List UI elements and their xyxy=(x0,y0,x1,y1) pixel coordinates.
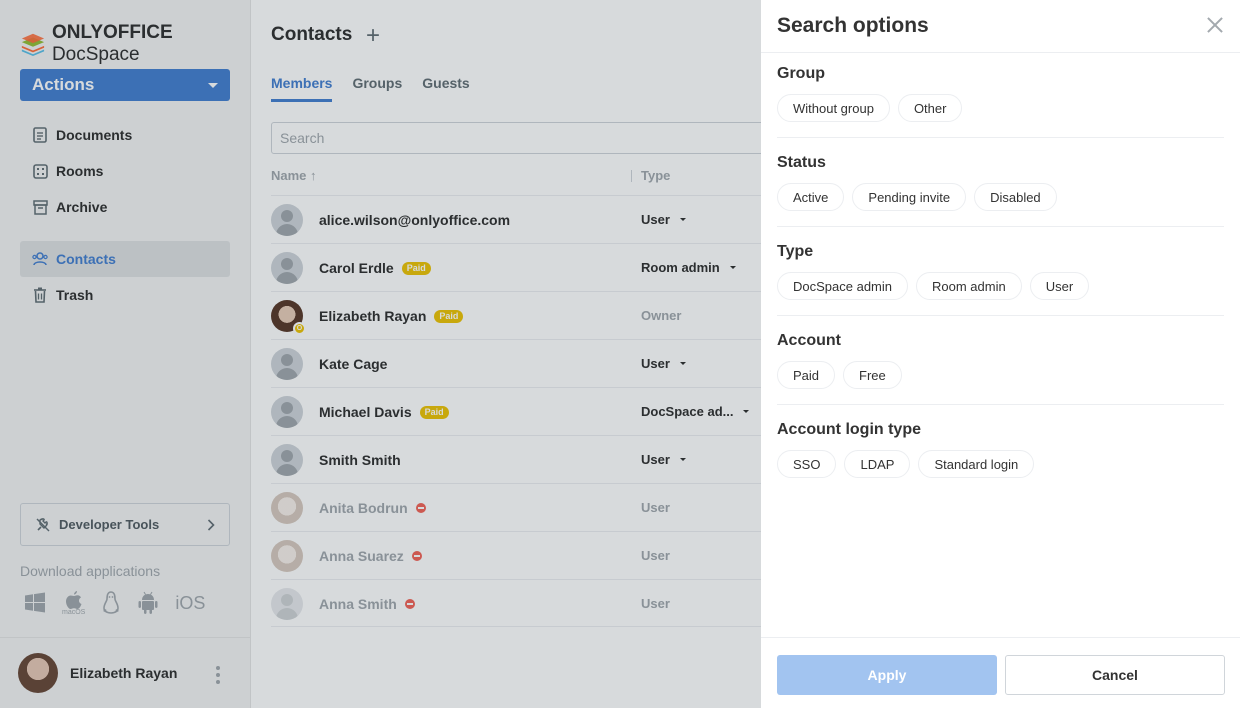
filter-chip[interactable]: Standard login xyxy=(918,450,1035,478)
divider xyxy=(777,404,1224,405)
search-options-panel: Search options Group Without group Other… xyxy=(761,0,1240,708)
section-title: Status xyxy=(777,154,826,171)
panel-title: Search options xyxy=(777,14,929,37)
section-title: Group xyxy=(777,65,825,82)
filter-chip[interactable]: DocSpace admin xyxy=(777,272,908,300)
filter-chip[interactable]: Other xyxy=(897,94,963,122)
modal-backdrop[interactable] xyxy=(0,0,761,708)
filter-section-group: Group Without group Other xyxy=(777,65,1224,122)
cancel-button[interactable]: Cancel xyxy=(1005,655,1225,695)
divider xyxy=(777,137,1224,138)
filter-chip[interactable]: Disabled xyxy=(974,183,1057,211)
panel-footer: Apply Cancel xyxy=(761,637,1240,708)
section-title: Account xyxy=(777,332,841,349)
section-title: Account login type xyxy=(777,421,921,438)
section-title: Type xyxy=(777,243,814,260)
filter-chip[interactable]: Without group xyxy=(777,94,890,122)
panel-header: Search options xyxy=(761,0,1240,53)
divider xyxy=(777,226,1224,227)
close-icon[interactable] xyxy=(1206,16,1224,34)
filter-chip[interactable]: Room admin xyxy=(916,272,1022,300)
filter-chip[interactable]: Paid xyxy=(777,361,836,389)
filter-section-account: Account Paid Free xyxy=(777,332,1224,389)
filter-chip[interactable]: Pending invite xyxy=(852,183,967,211)
filter-section-status: Status Active Pending invite Disabled xyxy=(777,154,1224,211)
filter-section-type: Type DocSpace admin Room admin User xyxy=(777,243,1224,300)
filter-chip[interactable]: User xyxy=(1029,272,1090,300)
filter-chip[interactable]: Active xyxy=(777,183,845,211)
filter-section-login-type: Account login type SSO LDAP Standard log… xyxy=(777,421,1224,478)
divider xyxy=(777,315,1224,316)
apply-button[interactable]: Apply xyxy=(777,655,997,695)
filter-chip[interactable]: LDAP xyxy=(844,450,911,478)
filter-chip[interactable]: SSO xyxy=(777,450,837,478)
filter-chip[interactable]: Free xyxy=(843,361,902,389)
